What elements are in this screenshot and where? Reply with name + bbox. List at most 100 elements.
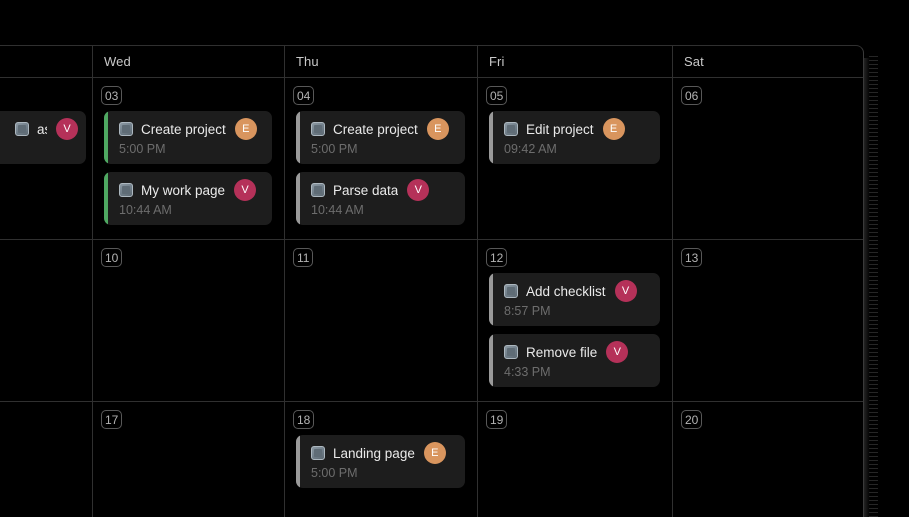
day-cell[interactable]: 20 [673,402,863,517]
weekday-label: Sat [684,54,704,69]
day-cell[interactable]: 04 Create project E 5:00 PM Parse data V 10:44… [285,78,478,240]
avatar[interactable]: V [407,179,430,201]
event-card[interactable]: Create project E 5:00 PM [296,111,465,164]
page-icon [504,345,518,359]
event-accent-bar [104,172,108,225]
event-title: Edit project [526,121,594,137]
event-card[interactable]: Add checklist V 8:57 PM [489,273,660,326]
page-icon [311,183,325,197]
day-events-list: Edit project E 09:42 AM [478,111,672,240]
day-events-list [478,435,672,517]
week-row: 10 11 12 Add checklist V 8:57 PM Remove file V 4… [0,240,863,402]
event-accent-bar [296,111,300,164]
date-badge[interactable]: 17 [101,410,123,429]
weekday-header-cell: Wed [93,46,285,77]
page-icon [504,122,518,136]
weekday-header-cell: Sat [673,46,863,77]
event-title: Add checklist [526,283,606,299]
weekday-header-cell: Fri [478,46,673,77]
event-card[interactable]: ask V [0,111,86,164]
day-cell[interactable] [0,240,93,402]
day-events-list [93,435,284,517]
calendar-grid-viewport: Wed Thu Fri Sat ask V 03 Create project E 5:00 P… [0,45,864,517]
event-time: 5:00 PM [311,466,358,480]
event-title: Landing page [333,445,415,461]
date-badge[interactable]: 12 [486,248,508,267]
event-title: ask [37,121,47,137]
day-events-list [673,435,863,517]
event-card[interactable]: Create project E 5:00 PM [104,111,272,164]
event-time: 10:44 AM [311,203,364,217]
date-badge[interactable]: 04 [293,86,315,105]
day-cell[interactable]: ask V [0,78,93,240]
event-time: 5:00 PM [119,142,166,156]
day-events-list: Create project E 5:00 PM My work page V 10:44… [93,111,284,240]
date-badge[interactable]: 10 [101,248,123,267]
day-events-list: Add checklist V 8:57 PM Remove file V 4:33 PM [478,273,672,402]
event-card[interactable]: Parse data V 10:44 AM [296,172,465,225]
event-card[interactable]: My work page V 10:44 AM [104,172,272,225]
day-events-list [285,273,477,402]
event-accent-bar [104,111,108,164]
weekday-label: Fri [489,54,505,69]
event-header: Remove file V [504,341,652,363]
day-cell[interactable]: 12 Add checklist V 8:57 PM Remove file V 4:33 … [478,240,673,402]
event-header: Landing page E [311,442,457,464]
day-events-list [673,111,863,240]
day-events-list [673,273,863,402]
day-cell[interactable]: 10 [93,240,285,402]
date-badge[interactable]: 20 [681,410,703,429]
day-cell[interactable]: 13 [673,240,863,402]
day-cell[interactable]: 18 Landing page E 5:00 PM [285,402,478,517]
vertical-scrollbar[interactable] [869,56,878,517]
page-icon [311,122,325,136]
day-events-list [93,273,284,402]
weekday-header-row: Wed Thu Fri Sat [0,46,863,78]
date-badge[interactable]: 03 [101,86,123,105]
event-card[interactable]: Landing page E 5:00 PM [296,435,465,488]
avatar[interactable]: E [426,118,449,140]
weekday-label: Wed [104,54,131,69]
event-accent-bar [296,172,300,225]
day-cell[interactable]: 19 [478,402,673,517]
day-cell[interactable]: 11 [285,240,478,402]
day-cell[interactable] [0,402,93,517]
weekday-label: Thu [296,54,319,69]
event-title: Remove file [526,344,598,360]
date-badge[interactable]: 19 [486,410,508,429]
event-card[interactable]: Edit project E 09:42 AM [489,111,660,164]
date-badge[interactable]: 18 [293,410,315,429]
day-cell[interactable]: 17 [93,402,285,517]
avatar[interactable]: E [602,118,625,140]
avatar[interactable]: V [234,179,257,201]
event-header: My work page V [119,179,264,201]
event-time: 09:42 AM [504,142,557,156]
week-row: 17 18 Landing page E 5:00 PM 19 20 [0,402,863,517]
avatar[interactable]: E [234,118,257,140]
date-badge[interactable]: 13 [681,248,703,267]
avatar[interactable]: V [56,118,78,140]
day-cell[interactable]: 05 Edit project E 09:42 AM [478,78,673,240]
day-events-list: Create project E 5:00 PM Parse data V 10:44 A… [285,111,477,240]
event-card[interactable]: Remove file V 4:33 PM [489,334,660,387]
page-icon [119,122,133,136]
day-events-list: Landing page E 5:00 PM [285,435,477,517]
event-time: 10:44 AM [119,203,172,217]
weekday-header-cell [0,46,93,77]
day-events-list [0,435,92,517]
date-badge[interactable]: 05 [486,86,508,105]
avatar[interactable]: V [606,341,629,363]
avatar[interactable]: E [423,442,446,464]
day-cell[interactable]: 06 [673,78,863,240]
date-badge[interactable]: 06 [681,86,703,105]
event-header: Create project E [119,118,264,140]
event-header: Create project E [311,118,457,140]
day-cell[interactable]: 03 Create project E 5:00 PM My work page V 10:… [93,78,285,240]
event-time: 5:00 PM [311,142,358,156]
avatar[interactable]: V [614,280,637,302]
month-calendar: Wed Thu Fri Sat ask V 03 Create project E 5:00 P… [0,0,909,517]
event-accent-bar [489,273,493,326]
page-icon [119,183,133,197]
date-badge[interactable]: 11 [293,248,314,267]
event-accent-bar [489,334,493,387]
